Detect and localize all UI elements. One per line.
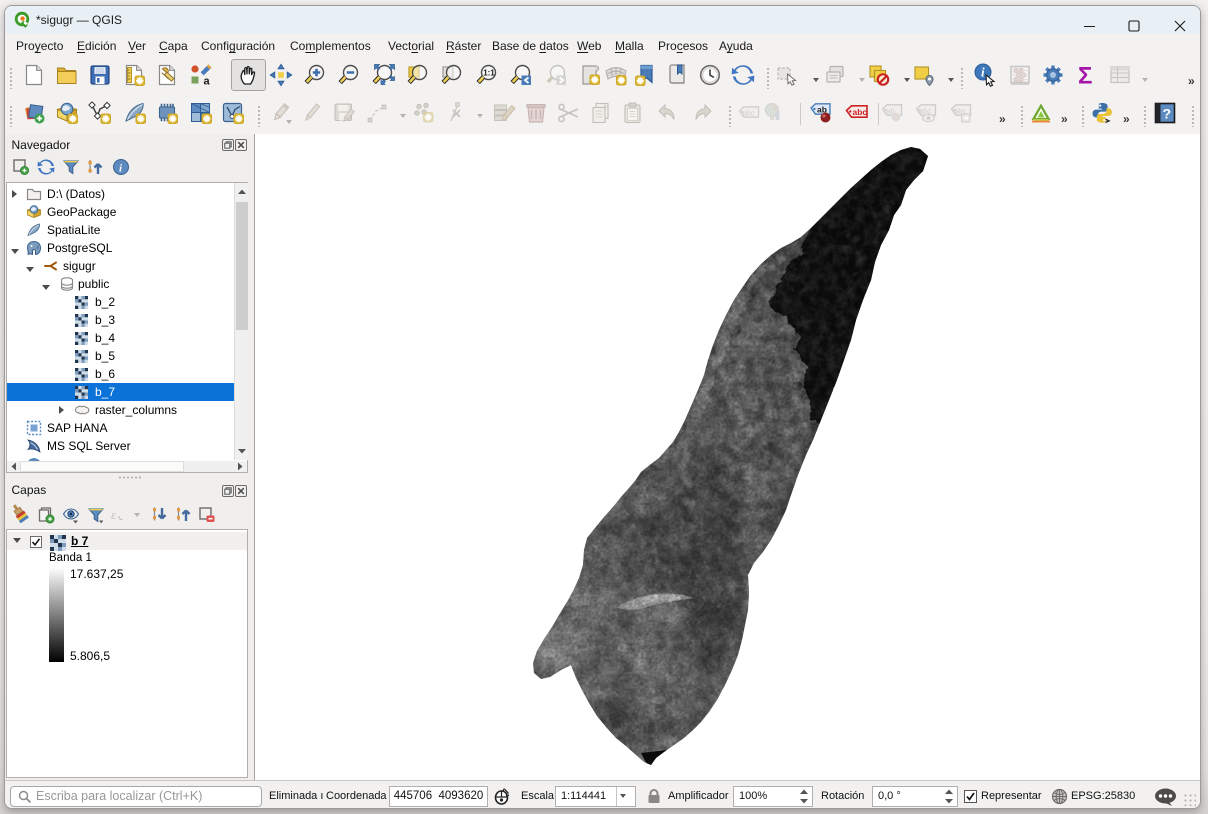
svg-text:ε: ε (111, 507, 117, 522)
svg-text:i: i (981, 65, 985, 80)
svg-text:1:1: 1:1 (483, 69, 495, 78)
svg-text:Σ: Σ (1078, 63, 1092, 90)
svg-text:?: ? (1163, 106, 1172, 122)
svg-text:a: a (204, 76, 211, 88)
svg-text:abc: abc (853, 107, 868, 117)
svg-text:abc: abc (743, 111, 755, 118)
